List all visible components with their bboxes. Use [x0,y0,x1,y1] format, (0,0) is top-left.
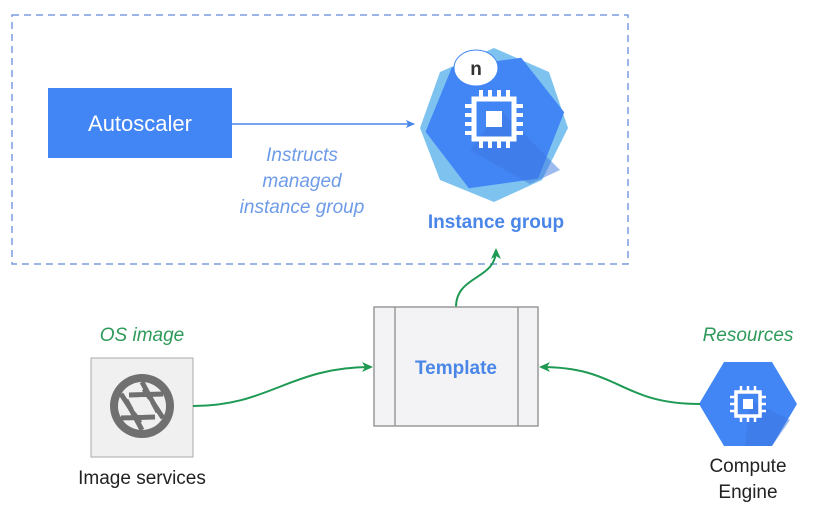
diagram: Autoscaler Instructs managed instance gr… [11,14,797,503]
instructs-label: Instructs managed instance group [240,145,365,218]
compute-engine-label: Engine [718,482,777,503]
compute-engine-node[interactable] [699,362,797,446]
image-to-template-arrow [192,362,373,407]
image-services-node[interactable] [90,357,194,458]
template-label: Template [415,358,497,379]
instructs-line: managed [262,171,343,192]
instance-group-label: Instance group [428,212,564,233]
compute-to-template-arrow [539,362,701,405]
image-services-label: Image services [78,468,206,489]
badge-text: n [470,59,482,80]
camera-aperture-icon [110,374,174,438]
cpu-chip-icon [465,90,523,148]
count-badge: n [453,49,499,87]
compute-engine-label: Compute [709,456,786,477]
autoscaler-node[interactable]: Autoscaler [48,88,232,158]
cpu-chip-icon [730,386,766,422]
template-node[interactable]: Template [373,306,539,427]
autoscaler-label: Autoscaler [88,111,192,136]
instructs-line: Instructs [266,145,338,166]
os-image-caption: OS image [100,325,184,346]
resources-caption: Resources [703,325,794,346]
instructs-line: instance group [240,197,365,218]
template-to-group-arrow [455,248,501,308]
instance-group-node[interactable]: n [417,48,573,202]
